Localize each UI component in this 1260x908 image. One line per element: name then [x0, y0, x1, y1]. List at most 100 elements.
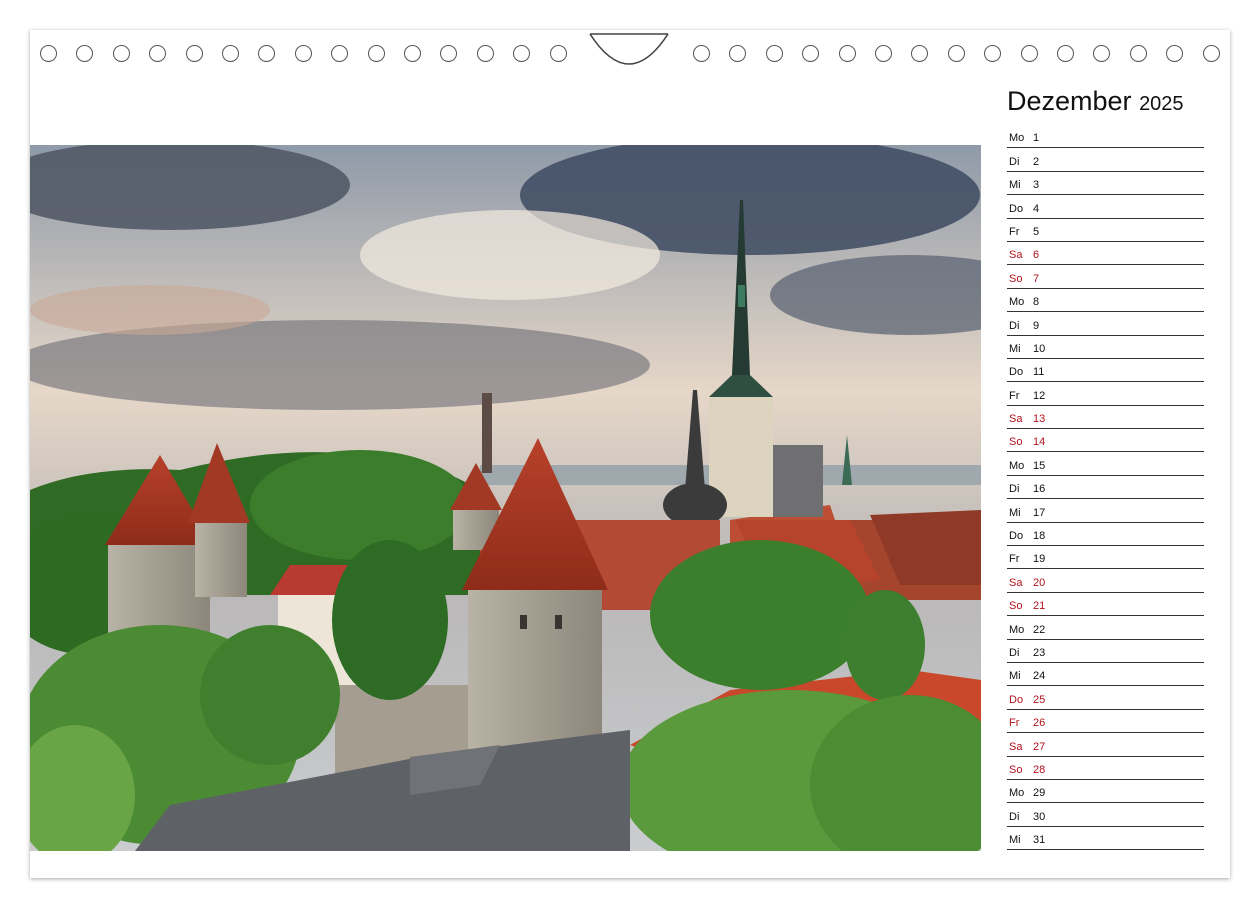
- binding-hole: [76, 45, 94, 62]
- binding-hole: [1057, 45, 1074, 62]
- day-number: 9: [1033, 319, 1040, 332]
- day-row: Mo 8: [1007, 289, 1204, 313]
- day-number: 18: [1033, 530, 1046, 543]
- binding-hole: [513, 45, 531, 62]
- binding-hole: [911, 45, 929, 62]
- binding-hole: [331, 45, 349, 62]
- binding-hole: [258, 45, 276, 62]
- day-row: Di 30: [1007, 803, 1204, 827]
- binding-hole: [40, 45, 57, 62]
- day-row: Fr 12: [1007, 382, 1204, 406]
- day-row: Mo 29: [1007, 780, 1204, 804]
- day-row: Di 23: [1007, 640, 1204, 663]
- weekday-label: Mi: [1009, 834, 1021, 847]
- day-number: 24: [1033, 670, 1046, 683]
- day-list: Mo 1 Di 2 Mi 3 Do 4 Fr 5 Sa 6 So 7 Mo 8 Di 9 Mi 10 Do 11 Fr 12 S…: [1007, 125, 1204, 851]
- weekday-label: Do: [1009, 693, 1024, 706]
- day-row: So 7: [1007, 265, 1204, 289]
- day-number: 14: [1033, 436, 1046, 449]
- weekday-label: Sa: [1009, 249, 1023, 262]
- day-number: 29: [1033, 787, 1046, 800]
- day-row: Mi 31: [1007, 827, 1204, 851]
- weekday-label: Do: [1009, 202, 1024, 215]
- day-row: Sa 6: [1007, 242, 1204, 266]
- weekday-label: Mo: [1009, 132, 1025, 145]
- day-number: 23: [1033, 646, 1046, 659]
- day-row: Mo 22: [1007, 616, 1204, 640]
- weekday-label: Do: [1009, 530, 1024, 543]
- binding-hole: [549, 45, 567, 62]
- binding-hole: [765, 45, 783, 62]
- day-number: 25: [1033, 693, 1046, 706]
- day-row: Mi 24: [1007, 663, 1204, 687]
- binding-hole: [947, 45, 965, 62]
- binding-hole: [404, 45, 421, 62]
- weekday-label: Fr: [1009, 717, 1020, 730]
- day-number: 22: [1033, 623, 1046, 636]
- day-row: Do 4: [1007, 195, 1204, 219]
- day-row: Di 9: [1007, 312, 1204, 336]
- hanger-hook-icon: [589, 33, 669, 65]
- month-name: Dezember: [1007, 86, 1132, 116]
- weekday-label: Sa: [1009, 413, 1023, 426]
- binding-hole: [693, 45, 710, 62]
- day-number: 10: [1033, 342, 1046, 355]
- binding-hole: [149, 45, 167, 62]
- day-number: 12: [1033, 389, 1046, 402]
- calendar-page: Dezember 2025 Mo 1 Di 2 Mi 3 Do 4 Fr 5 Sa 6 So 7 Mo 8 Di…: [30, 30, 1230, 878]
- day-row: Mi 17: [1007, 499, 1204, 523]
- binding-hole: [1129, 45, 1147, 62]
- day-number: 4: [1033, 202, 1040, 215]
- weekday-label: Mi: [1009, 179, 1021, 192]
- day-number: 15: [1033, 459, 1046, 472]
- binding-hole: [222, 45, 239, 62]
- day-row: Fr 19: [1007, 546, 1204, 570]
- day-row: Mo 15: [1007, 452, 1204, 476]
- day-number: 20: [1033, 576, 1046, 589]
- binding-hole: [1166, 45, 1184, 62]
- day-row: Sa 20: [1007, 569, 1204, 593]
- calendar-photo: [30, 145, 981, 851]
- day-row: Mi 10: [1007, 336, 1204, 359]
- binding-hole: [367, 45, 385, 62]
- day-number: 28: [1033, 763, 1046, 776]
- weekday-label: Fr: [1009, 389, 1020, 402]
- day-row: Sa 27: [1007, 733, 1204, 757]
- month-title: Dezember 2025: [1007, 86, 1184, 117]
- weekday-label: Di: [1009, 319, 1020, 332]
- binding-hole: [440, 45, 458, 62]
- binding-hole: [729, 45, 747, 62]
- day-number: 27: [1033, 740, 1046, 753]
- day-number: 1: [1033, 132, 1040, 145]
- tallinn-skyline-image: [30, 145, 981, 851]
- year-label: 2025: [1139, 93, 1184, 115]
- day-number: 2: [1033, 155, 1040, 168]
- binding-hole: [875, 45, 892, 62]
- day-number: 30: [1033, 810, 1046, 823]
- weekday-label: Mo: [1009, 296, 1025, 309]
- day-number: 11: [1033, 366, 1045, 379]
- binding-hole: [112, 45, 130, 62]
- day-row: Do 18: [1007, 523, 1204, 547]
- wire-binding: [30, 30, 1230, 90]
- day-row: Di 2: [1007, 148, 1204, 172]
- day-number: 5: [1033, 225, 1040, 238]
- weekday-label: Mi: [1009, 506, 1021, 519]
- weekday-label: Di: [1009, 646, 1020, 659]
- binding-hole: [476, 45, 494, 62]
- weekday-label: Fr: [1009, 553, 1020, 566]
- weekday-label: Do: [1009, 366, 1024, 379]
- binding-hole: [1093, 45, 1111, 62]
- day-row: Di 16: [1007, 476, 1204, 500]
- day-row: Mi 3: [1007, 172, 1204, 196]
- weekday-label: So: [1009, 272, 1023, 285]
- weekday-label: So: [1009, 763, 1023, 776]
- binding-hole: [185, 45, 203, 62]
- day-number: 19: [1033, 553, 1046, 566]
- day-number: 6: [1033, 249, 1040, 262]
- weekday-label: So: [1009, 436, 1023, 449]
- day-number: 7: [1033, 272, 1040, 285]
- day-row: Do 25: [1007, 686, 1204, 710]
- binding-hole: [984, 45, 1002, 62]
- weekday-label: Di: [1009, 155, 1020, 168]
